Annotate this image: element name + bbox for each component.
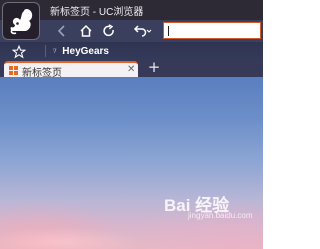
window-title: 新标签页 - UC浏览器 <box>50 7 144 18</box>
refresh-icon <box>103 24 114 37</box>
heygears-favicon <box>52 48 57 54</box>
back-button[interactable] <box>53 22 71 40</box>
uc-newtab-icon <box>9 66 18 75</box>
back-arrow-icon <box>57 25 65 37</box>
home-icon <box>80 24 92 37</box>
browser-window: 新标签页 - UC浏览器 HeyGears 新标签页 ✕ + Bai 经验 ji… <box>0 0 263 249</box>
watermark-url: jingyan.baidu.com <box>188 211 253 220</box>
bookmarks-bar: HeyGears <box>0 42 263 60</box>
undo-close-button[interactable] <box>131 22 153 40</box>
baidu-jingyan-watermark: Bai 经验 jingyan.baidu.com <box>158 191 258 231</box>
close-tab-icon[interactable]: ✕ <box>127 64 135 76</box>
new-tab-button[interactable]: + <box>146 60 162 76</box>
bookmark-separator <box>45 45 46 57</box>
add-bookmark-button[interactable] <box>11 44 27 59</box>
home-button[interactable] <box>77 22 95 40</box>
address-bar[interactable] <box>163 22 261 39</box>
uc-browser-logo[interactable] <box>2 2 40 40</box>
uc-squirrel-icon <box>10 9 33 35</box>
star-icon <box>11 44 27 59</box>
tab-new-tab[interactable]: 新标签页 ✕ <box>4 61 138 79</box>
bookmark-label: HeyGears <box>62 45 109 57</box>
bookmark-heygears[interactable]: HeyGears <box>51 43 109 59</box>
text-cursor <box>168 26 169 36</box>
background-cloud <box>0 227 140 249</box>
undo-icon <box>133 25 152 37</box>
refresh-button[interactable] <box>100 22 118 40</box>
tab-bar: 新标签页 ✕ + <box>0 60 263 79</box>
